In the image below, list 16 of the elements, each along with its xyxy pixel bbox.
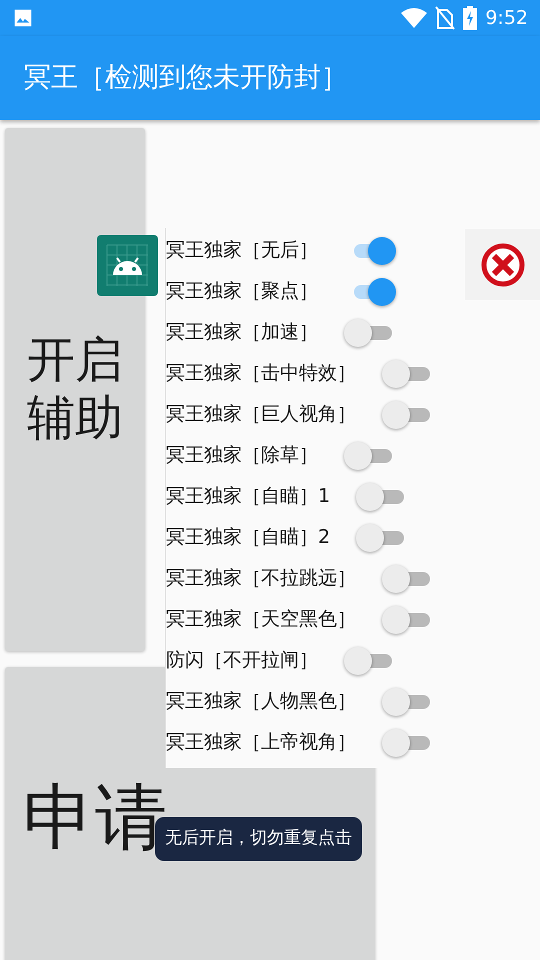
option-label: 冥王独家［自瞄］1: [166, 484, 330, 510]
option-label: 冥王独家［击中特效］: [166, 361, 356, 386]
option-label: 冥王独家［除草］: [166, 443, 318, 468]
hint-toast: 无后开启，切勿重复点击: [155, 817, 362, 860]
option-label: 冥王独家［不拉跳远］: [166, 566, 356, 592]
option-label: 冥王独家［聚点］: [166, 279, 318, 304]
option-label: 冥王独家［人物黑色］: [166, 689, 356, 714]
option-label: 冥王独家［无后］: [166, 238, 318, 264]
option-label: 冥王独家［自瞄］2: [166, 525, 330, 550]
option-label: 冥王独家［加速］: [166, 320, 318, 346]
start-assist-button[interactable]: 开启 辅助: [5, 128, 145, 651]
clock-time: 9:52: [485, 6, 528, 31]
option-label: 冥王独家［天空黑色］: [166, 607, 356, 632]
app-title: 冥王［检测到您未开防封］: [24, 60, 348, 95]
option-label: 冥王独家［上帝视角］: [166, 730, 356, 756]
option-label: 冥王独家［巨人视角］: [166, 402, 356, 428]
